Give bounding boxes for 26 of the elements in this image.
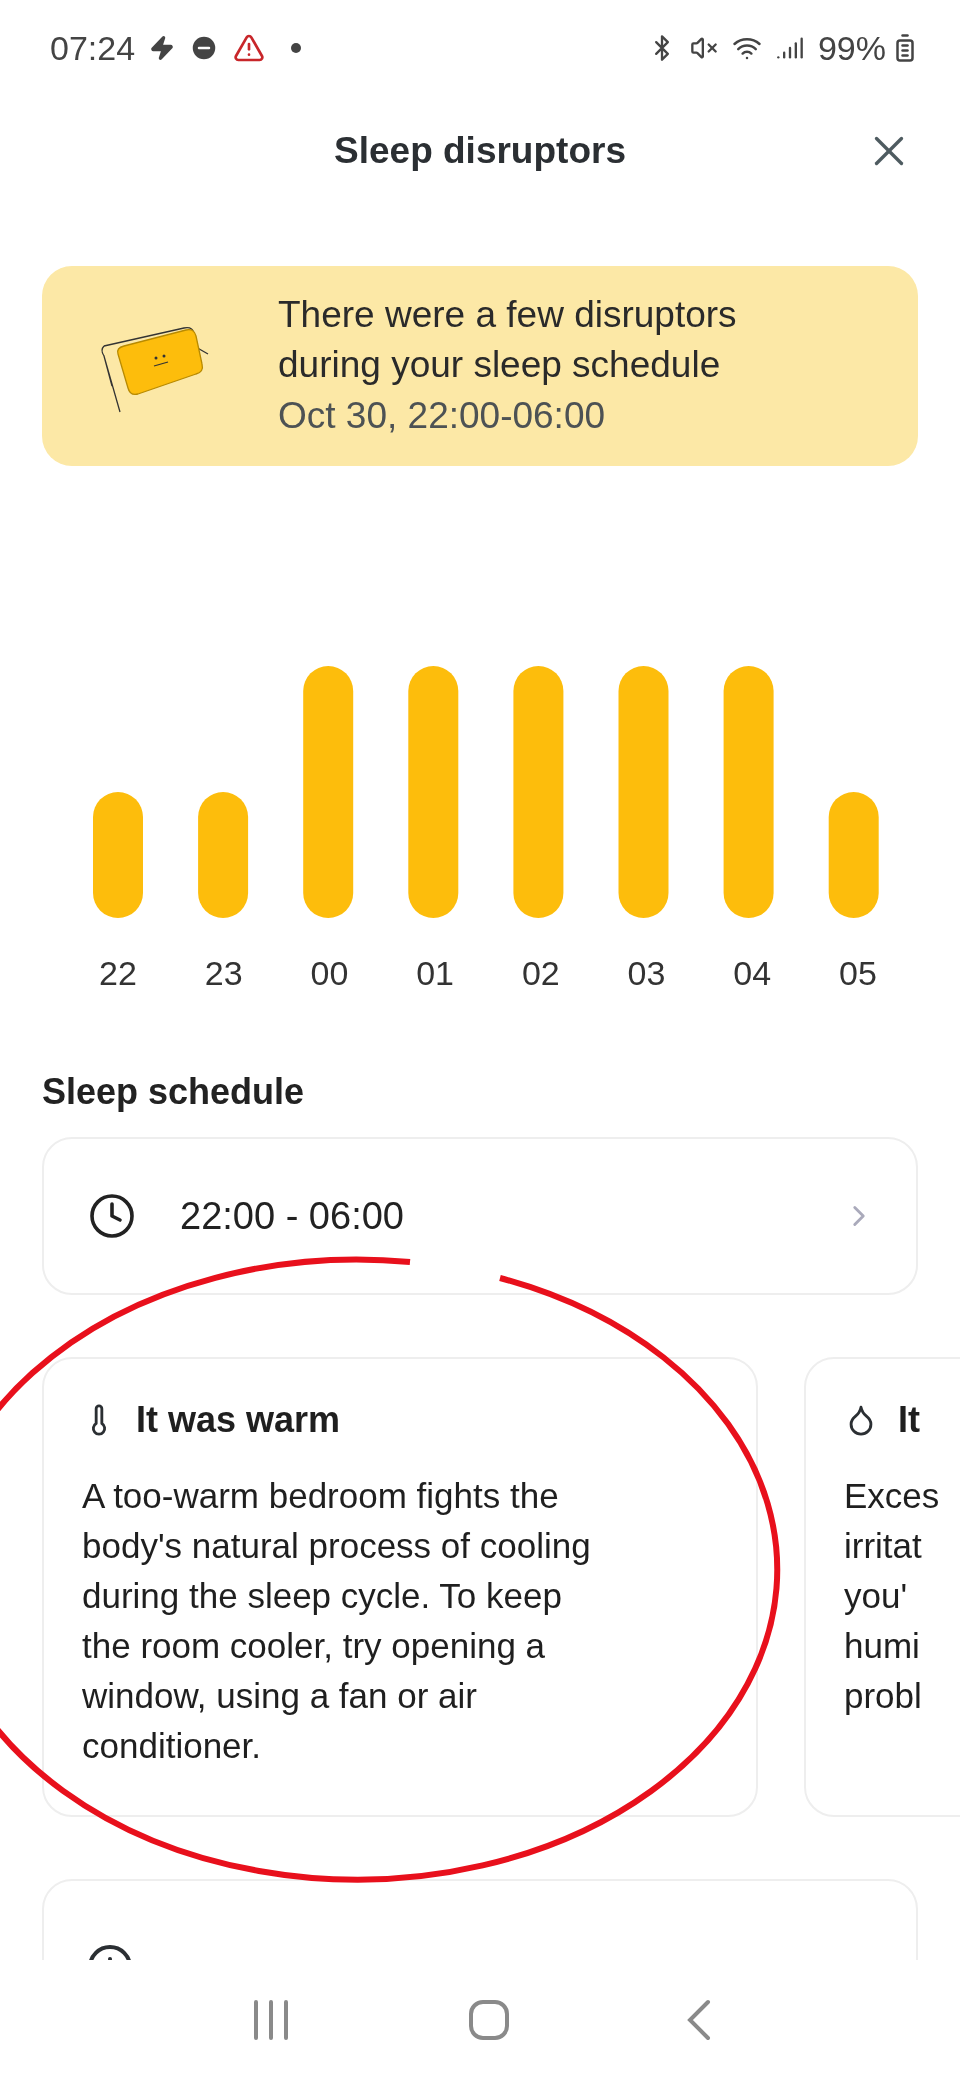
disruptor-description: A too-warm bedroom fights the body's natural process of cooling during the sleep cycle. To keep the room cooler, try opening a window, using a fan or air conditioner.: [82, 1475, 592, 1767]
disruptor-title: It was warm: [136, 1399, 341, 1441]
hour-label: 02: [520, 954, 561, 993]
flash-icon: [149, 35, 176, 61]
hour-label: 23: [203, 954, 244, 993]
battery-level: 99%: [817, 28, 886, 68]
hour-label: 04: [732, 954, 773, 993]
clock-icon: [88, 1192, 136, 1240]
warning-icon: [233, 32, 266, 64]
hour-label: 22: [98, 954, 138, 993]
disruptor-description: Exces irritat you' humi probl: [844, 1475, 941, 1717]
disruptor-card[interactable]: It was warm A too-warm bedroom fights the body's natural process of cooling during the sleep cycle. To keep the room cooler, try opening a window, using a fan or air conditioner.: [42, 1357, 758, 1817]
status-time: 07:24: [50, 28, 136, 68]
notification-dot-icon: [291, 43, 302, 53]
disruptor-card[interactable]: It Exces irritat you' humi probl: [804, 1357, 960, 1817]
home-button[interactable]: [468, 1998, 512, 2042]
hour-label: 01: [415, 954, 455, 993]
summary-message: There were a few disruptors during your sleep schedule: [278, 293, 738, 387]
summary-date: Oct 30, 22:00-06:00: [278, 394, 607, 438]
screen-title: Sleep disruptors: [334, 130, 626, 172]
disruptor-title: It: [898, 1399, 920, 1441]
hour-label: 05: [838, 954, 878, 993]
hour-label: 00: [309, 954, 350, 993]
section-heading: Sleep schedule: [42, 1071, 306, 1113]
schedule-card[interactable]: 22:00 - 06:00: [42, 1137, 918, 1295]
hour-label: 03: [626, 954, 667, 993]
